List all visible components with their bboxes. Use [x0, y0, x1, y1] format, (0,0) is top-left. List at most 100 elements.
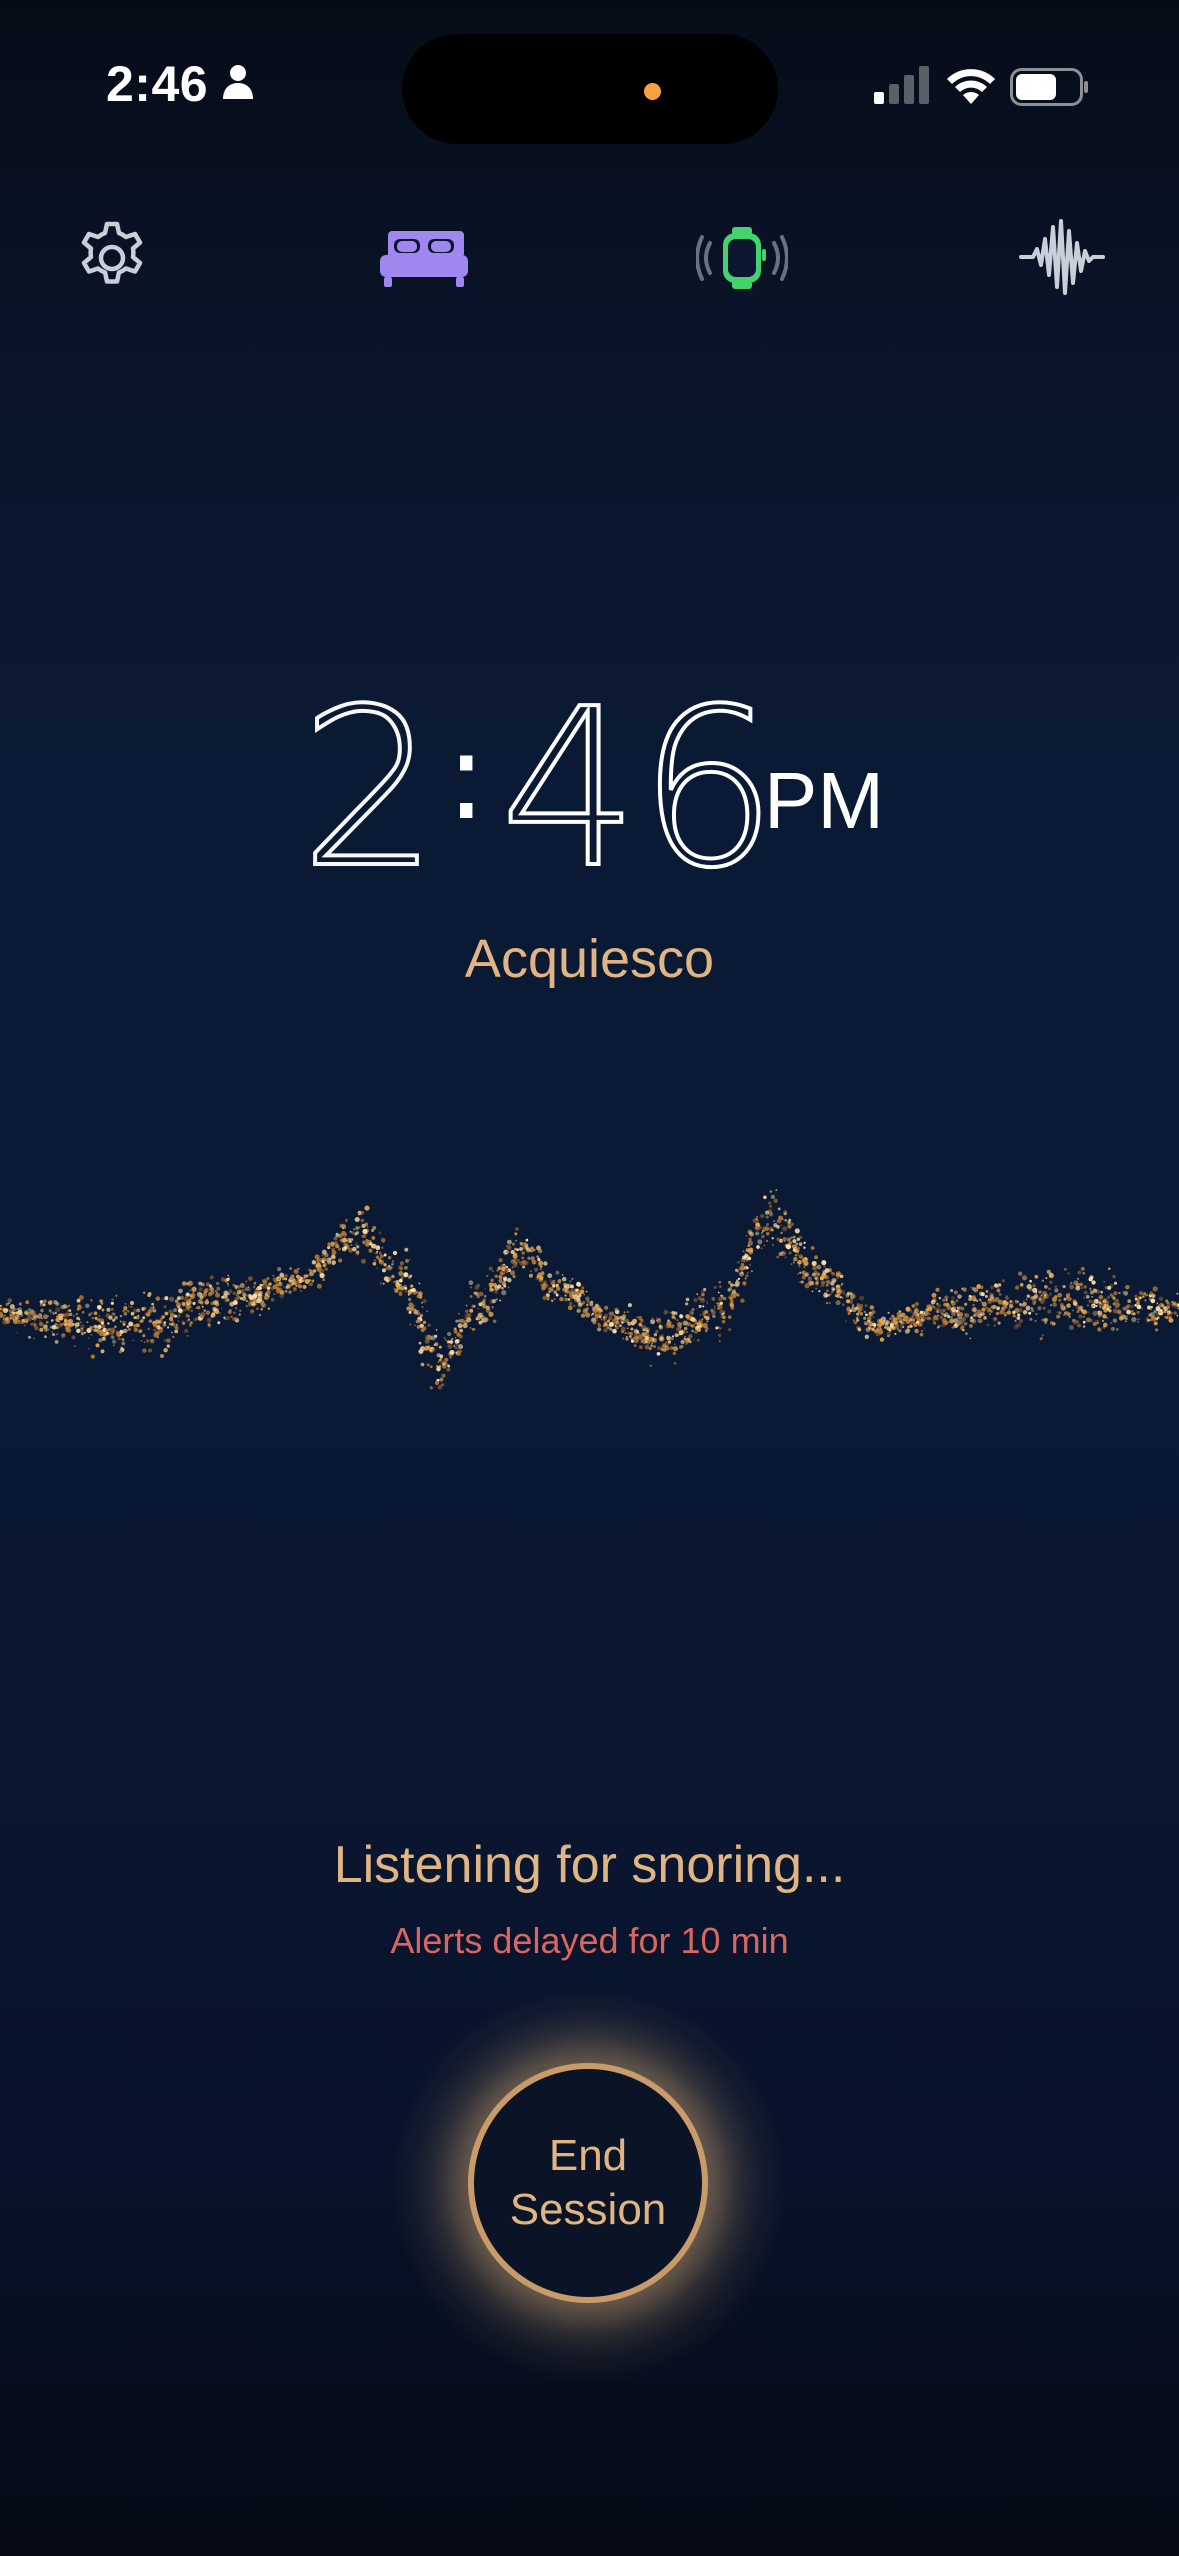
wave-particle: [152, 1322, 158, 1328]
wave-particle: [727, 1315, 732, 1319]
wave-particle: [972, 1314, 976, 1318]
settings-button[interactable]: [72, 218, 152, 298]
wave-particle: [636, 1316, 638, 1319]
wave-particle: [838, 1292, 842, 1296]
wave-particle: [764, 1210, 770, 1215]
wave-particle: [468, 1280, 474, 1286]
end-session-button[interactable]: End Session: [468, 2063, 708, 2303]
wave-particle: [491, 1305, 494, 1309]
wave-particle: [449, 1340, 454, 1344]
wave-particle: [864, 1334, 869, 1339]
wave-particle: [234, 1307, 238, 1310]
wave-particle: [388, 1277, 392, 1280]
wave-particle: [478, 1291, 484, 1297]
wave-particle: [622, 1337, 625, 1340]
wave-particle: [1026, 1283, 1032, 1290]
wave-particle: [920, 1329, 924, 1333]
wave-particle: [685, 1314, 690, 1319]
wave-particle: [803, 1246, 806, 1249]
wave-particle: [100, 1349, 105, 1354]
wave-particle: [1113, 1291, 1118, 1296]
wave-particle: [1066, 1303, 1071, 1308]
wave-particle: [210, 1312, 216, 1318]
wave-particle: [372, 1261, 377, 1266]
wave-particle: [147, 1293, 151, 1298]
wave-particle: [1070, 1281, 1073, 1285]
wave-particle: [81, 1310, 85, 1314]
wave-particle: [742, 1250, 745, 1253]
wave-particle: [1072, 1309, 1074, 1312]
wave-particle: [582, 1300, 586, 1305]
wave-particle: [748, 1263, 752, 1266]
wave-particle: [845, 1293, 850, 1298]
wave-particle: [994, 1317, 997, 1320]
wave-particle: [818, 1289, 821, 1293]
wave-particle: [1062, 1313, 1066, 1317]
wave-particle: [110, 1335, 115, 1340]
wave-particle: [985, 1290, 989, 1293]
wave-particle: [567, 1298, 571, 1301]
wave-particle: [142, 1348, 147, 1353]
wave-particle: [881, 1318, 884, 1321]
sound-recordings-button[interactable]: [1014, 214, 1110, 300]
wave-particle: [38, 1321, 44, 1327]
wave-particle: [127, 1327, 131, 1331]
wave-particle: [674, 1343, 676, 1346]
cellular-signal-icon: [874, 66, 929, 104]
wave-particle: [644, 1344, 650, 1350]
wave-particle: [1077, 1270, 1082, 1275]
wave-particle: [475, 1317, 478, 1321]
wave-particle: [90, 1333, 93, 1336]
wave-particle: [770, 1194, 775, 1199]
wave-particle: [573, 1304, 576, 1308]
wave-particle: [619, 1315, 623, 1320]
wave-particle: [129, 1300, 135, 1306]
wave-particle: [498, 1274, 503, 1280]
wave-particle: [177, 1308, 183, 1313]
wave-particle: [550, 1299, 553, 1302]
wave-particle: [627, 1303, 632, 1308]
wave-particle: [794, 1247, 797, 1250]
wave-particle: [189, 1321, 193, 1325]
wave-particle: [440, 1383, 445, 1387]
wave-particle: [345, 1218, 348, 1222]
wave-particle: [949, 1310, 953, 1313]
wave-particle: [902, 1322, 905, 1325]
wave-particle: [698, 1304, 702, 1308]
wave-particle: [430, 1335, 436, 1341]
wave-particle: [399, 1267, 404, 1271]
wave-particle: [358, 1226, 361, 1229]
wave-particle: [435, 1329, 438, 1331]
wave-particle: [233, 1311, 236, 1315]
wave-particle: [745, 1274, 749, 1278]
wave-particle: [245, 1280, 248, 1283]
wave-particle: [101, 1308, 105, 1312]
wave-particle: [1030, 1308, 1035, 1313]
wave-particle: [224, 1298, 229, 1303]
wave-particle: [794, 1228, 800, 1234]
watch-connection-button[interactable]: [694, 218, 790, 298]
wave-particle: [568, 1301, 573, 1306]
wave-particle: [106, 1307, 111, 1312]
wave-particle: [155, 1296, 161, 1301]
wave-particle: [195, 1306, 198, 1309]
wave-particle: [337, 1258, 343, 1263]
wave-particle: [535, 1277, 538, 1281]
wave-particle: [1103, 1280, 1106, 1283]
sleep-mode-button[interactable]: [376, 218, 472, 298]
wave-particle: [597, 1322, 600, 1325]
wave-particle: [691, 1324, 695, 1328]
wave-particle: [971, 1307, 977, 1313]
wave-particle: [79, 1295, 84, 1301]
wave-particle: [507, 1239, 512, 1245]
wave-particle: [1092, 1310, 1098, 1316]
wave-particle: [409, 1306, 415, 1312]
wave-particle: [443, 1336, 447, 1340]
wave-particle: [303, 1274, 308, 1279]
wave-particle: [1044, 1285, 1048, 1289]
wave-particle: [864, 1322, 868, 1326]
wave-particle: [963, 1313, 968, 1317]
wave-particle: [173, 1308, 178, 1313]
wave-particle: [169, 1296, 175, 1302]
wave-particle: [1032, 1301, 1037, 1305]
